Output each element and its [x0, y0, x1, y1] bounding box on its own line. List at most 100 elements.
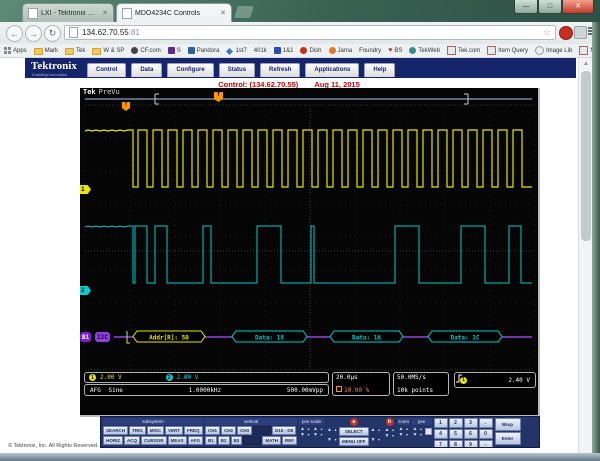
maximize-button[interactable]: □ [538, 0, 562, 14]
ch2-button[interactable]: CH2 [221, 426, 236, 435]
bookmark-star-icon[interactable]: ☆ [543, 27, 551, 38]
freq-button[interactable]: FREQ [184, 426, 203, 435]
address-bar[interactable]: 134.62.70.55:81 ☆ [64, 25, 556, 40]
nav-status-button[interactable]: Status [219, 63, 255, 77]
key-0[interactable]: 0 [479, 429, 493, 439]
bookmark-item[interactable]: 1st7 [226, 48, 246, 54]
key-7[interactable]: 7 [434, 440, 448, 448]
b1-button[interactable]: B1 [205, 436, 217, 445]
bookmark-item[interactable]: Image Lib [535, 46, 572, 55]
b2-button[interactable]: B2 [218, 436, 230, 445]
scrollbar-thumb[interactable] [581, 71, 591, 241]
close-button[interactable]: ✕ [562, 0, 594, 14]
nav-applications-button[interactable]: Applications [305, 63, 359, 77]
position-icon [336, 386, 342, 392]
ch1-button[interactable]: CH1 [205, 426, 220, 435]
meas-button[interactable]: MEAS [168, 436, 187, 445]
reload-button[interactable]: ↻ [44, 25, 61, 42]
bookmark-apps[interactable]: Apps [4, 47, 27, 54]
key-8[interactable]: 8 [449, 440, 463, 448]
bookmark-item[interactable]: 1&1 [274, 47, 294, 54]
tab-close-icon[interactable]: ✕ [102, 9, 108, 17]
bookmark-item[interactable]: Item Query [487, 46, 528, 55]
new-tab-button[interactable] [234, 6, 254, 18]
bookmark-item[interactable]: CF.com [131, 47, 160, 54]
key-2[interactable]: 2 [449, 418, 463, 428]
acq-button[interactable]: ACQ [124, 436, 140, 445]
bookmark-item[interactable]: Tek.com [447, 46, 480, 55]
pos-scale-header: pos scale [299, 418, 324, 425]
afg-button[interactable]: AFG [188, 436, 204, 445]
vert-button[interactable]: VERT [165, 426, 183, 435]
bookmark-item[interactable]: Dish [300, 47, 321, 54]
key-9[interactable]: 9 [464, 440, 478, 448]
bookmark-item[interactable]: TekWeb [409, 47, 440, 54]
tab-close-icon[interactable]: ✕ [220, 9, 226, 17]
knob-a-arrows[interactable]: ▲▴▼▾ [326, 427, 338, 446]
misc-button[interactable]: MISC [147, 426, 164, 435]
tektronix-logo: Tektronix [31, 60, 77, 72]
adblock-icon[interactable] [559, 26, 573, 40]
horiz-button[interactable]: HORIZ [103, 436, 123, 445]
minimize-button[interactable]: — [514, 0, 538, 14]
tab-controls[interactable]: MDO4234C Controls ✕ [116, 3, 232, 22]
apps-grid-icon [4, 47, 11, 54]
bookmark-item[interactable]: Tek [65, 47, 85, 55]
trig-button[interactable]: TRIG [129, 426, 146, 435]
nav-refresh-button[interactable]: Refresh [260, 63, 300, 77]
tab-lxi[interactable]: LXI - Tektronix MDO4104 ✕ [22, 3, 114, 22]
key--[interactable]: - [479, 440, 493, 448]
scroll-up-icon[interactable]: ▲ [579, 58, 593, 70]
b3-button[interactable]: B3 [231, 436, 243, 445]
nav-help-button[interactable]: Help [364, 63, 395, 77]
forward-button[interactable]: → [25, 25, 42, 42]
knob-a-fine-arrows[interactable]: ▲▴▼▾ [370, 427, 382, 446]
nav-control-button[interactable]: Control [87, 63, 126, 77]
afg-label: AFG [90, 387, 101, 394]
search-button[interactable]: SEARCH [103, 426, 128, 435]
knob-b-arrows[interactable]: ▲▴▼▾ [384, 427, 396, 439]
ref-button[interactable]: REF [282, 436, 297, 445]
bookmark-item[interactable]: Foundry [359, 48, 381, 54]
folder-icon [92, 48, 101, 55]
scope-nav-buttons: Control Data Configure Status Refresh Applica… [87, 63, 400, 77]
key-.[interactable]: . [479, 418, 493, 428]
page-scrollbar[interactable]: ▲ [578, 58, 593, 453]
select-button[interactable]: SELECT [339, 427, 369, 436]
nav-configure-button[interactable]: Configure [167, 63, 213, 77]
bookmark-item[interactable]: ♥BS [388, 47, 402, 54]
bookmark-item[interactable]: MSR [579, 46, 592, 55]
bookmark-item[interactable]: 401k [254, 48, 267, 54]
position-arrows[interactable]: ▲▴▼▾ [299, 426, 311, 438]
tektronix-header: Tektronix Enabling Innovation ControlDat… [25, 58, 576, 78]
bookmark-item[interactable]: Jama [329, 47, 353, 54]
nav-data-button[interactable]: Data [131, 63, 162, 77]
d15-d8-button[interactable]: D15 - D8 [272, 426, 296, 435]
scale-arrows[interactable]: ▲▴▼▾ [312, 426, 324, 438]
enter-button[interactable]: Enter [495, 432, 521, 445]
bookmark-item[interactable]: W & SP [92, 47, 124, 55]
pan-indicator [425, 428, 432, 435]
scope-screen-image[interactable]: Addr[R]: 50Data: 18Data: 1AData: 1C TekP… [80, 88, 540, 417]
key-3[interactable]: 3 [464, 418, 478, 428]
zoom-arrows[interactable]: ▲▴▼▾ [398, 426, 410, 438]
math-button[interactable]: MATH [262, 436, 281, 445]
key-6[interactable]: 6 [464, 429, 478, 439]
orange-icon [329, 47, 336, 54]
key-1[interactable]: 1 [434, 418, 448, 428]
back-button[interactable]: ← [6, 25, 23, 42]
cursor-button[interactable]: CURSOR [141, 436, 167, 445]
bookmark-item[interactable]: Mark [34, 47, 58, 55]
key-5[interactable]: 5 [449, 429, 463, 439]
ch4-button[interactable]: CH4 [253, 426, 271, 435]
bookmark-item[interactable]: Pandora [188, 47, 220, 54]
dark-circle-icon [131, 47, 138, 54]
blue-icon [274, 47, 281, 54]
bookmark-item[interactable]: S [168, 47, 181, 54]
backspace-button[interactable]: Bksp [495, 418, 521, 431]
extension-icon[interactable] [574, 26, 587, 39]
ch3-button[interactable]: CH3 [237, 426, 252, 435]
key-4[interactable]: 4 [434, 429, 448, 439]
pan-arrows[interactable]: ▲▴▼▾ [412, 426, 424, 438]
menu-off-button[interactable]: MENU OFF [339, 437, 369, 446]
